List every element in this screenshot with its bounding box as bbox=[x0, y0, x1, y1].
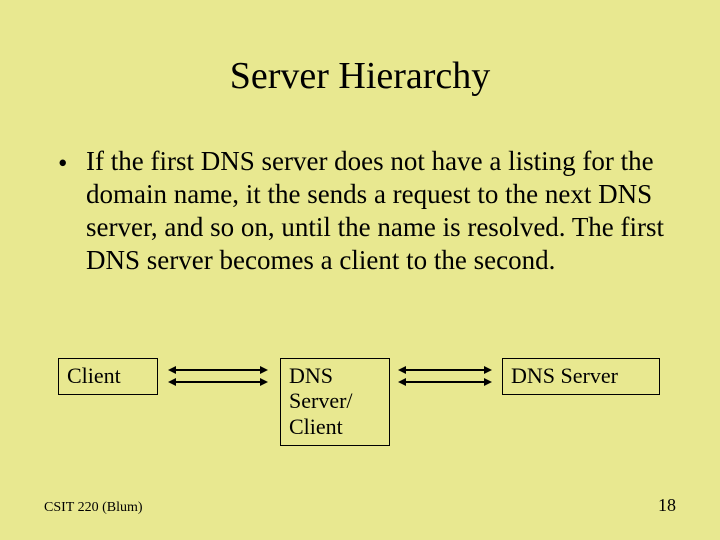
footer-course: CSIT 220 (Blum) bbox=[44, 500, 143, 516]
diagram-node-client: Client bbox=[58, 358, 158, 395]
arrow-client-to-mid bbox=[168, 364, 268, 388]
arrow-mid-to-server bbox=[398, 364, 492, 388]
slide-title: Server Hierarchy bbox=[0, 54, 720, 98]
bullet-list: • If the first DNS server does not have … bbox=[58, 145, 668, 277]
diagram-node-server: DNS Server bbox=[502, 358, 660, 395]
bullet-item: • If the first DNS server does not have … bbox=[58, 145, 668, 277]
diagram-node-mid: DNS Server/ Client bbox=[280, 358, 390, 446]
page-number: 18 bbox=[658, 495, 676, 516]
bullet-text: If the first DNS server does not have a … bbox=[86, 145, 668, 277]
bullet-marker: • bbox=[58, 145, 86, 277]
slide: Server Hierarchy • If the first DNS serv… bbox=[0, 0, 720, 540]
diagram: Client DNS Server/ Client DNS Server bbox=[58, 358, 668, 458]
